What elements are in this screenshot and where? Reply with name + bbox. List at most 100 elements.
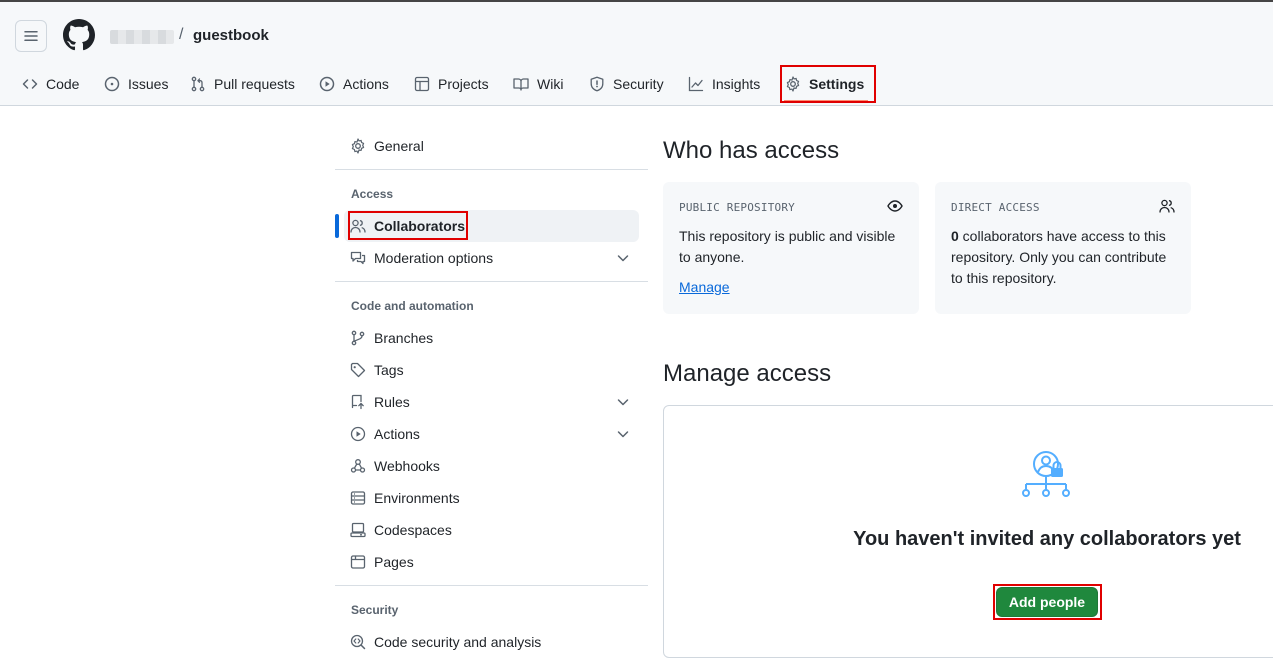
tab-issues[interactable]: Issues	[104, 66, 168, 102]
card-text-line: 0 collaborators have access to this	[951, 226, 1166, 247]
comment-discussion-icon	[350, 251, 366, 265]
sidebar-item-label: Webhooks	[374, 458, 440, 474]
sidebar-divider	[335, 585, 648, 586]
sidebar-item-label: Rules	[374, 394, 410, 410]
empty-state-title: You haven't invited any collaborators ye…	[853, 528, 1241, 550]
sidebar-item-label: Branches	[374, 330, 434, 346]
manage-visibility-link[interactable]: Manage	[679, 279, 730, 295]
owner-name-redacted[interactable]	[110, 30, 174, 44]
chevron-down-icon[interactable]	[615, 426, 631, 442]
play-icon	[350, 426, 366, 442]
graph-icon	[688, 76, 704, 92]
card-description: 0 collaborators have access to this repo…	[951, 226, 1166, 289]
tab-projects[interactable]: Projects	[414, 66, 489, 102]
sidebar-item-webhooks[interactable]: Webhooks	[344, 450, 639, 482]
gear-icon	[786, 76, 800, 92]
codespaces-icon	[350, 522, 366, 538]
sidebar-heading-code-automation: Code and automation	[351, 299, 474, 313]
git-branch-icon	[351, 330, 365, 346]
sidebar-item-label: Environments	[374, 490, 460, 506]
pull-request-icon	[191, 76, 205, 92]
code-icon	[22, 79, 38, 89]
breadcrumb-separator: /	[179, 26, 184, 43]
card-text-line: This repository is public and visible	[679, 228, 896, 244]
sidebar-item-rules[interactable]: Rules	[344, 386, 639, 418]
sidebar-item-environments[interactable]: Environments	[344, 482, 639, 514]
sidebar-item-collaborators[interactable]: Collaborators	[344, 210, 639, 242]
people-icon	[350, 219, 366, 233]
sidebar-item-label: Pages	[374, 554, 414, 570]
collaborator-count: 0	[951, 228, 959, 244]
tag-icon	[350, 362, 366, 378]
table-icon	[414, 76, 430, 92]
who-has-access-title: Who has access	[663, 137, 840, 164]
sidebar-item-actions[interactable]: Actions	[344, 418, 639, 450]
github-logo-icon[interactable]	[63, 19, 95, 51]
sidebar-item-tags[interactable]: Tags	[344, 354, 639, 386]
tab-pull-requests[interactable]: Pull requests	[190, 66, 295, 102]
tab-label: Insights	[712, 76, 761, 92]
sidebar-item-label: Actions	[374, 426, 420, 442]
tab-label: Security	[613, 76, 664, 92]
menu-button[interactable]	[15, 20, 47, 52]
tab-actions[interactable]: Actions	[319, 66, 389, 102]
sidebar-item-label: Code security and analysis	[374, 634, 542, 650]
card-text-line: repository. Only you can contribute	[951, 249, 1167, 265]
sidebar-item-branches[interactable]: Branches	[344, 322, 639, 354]
add-people-button[interactable]: Add people	[996, 587, 1098, 617]
sidebar-item-pages[interactable]: Pages	[344, 546, 639, 578]
sidebar-item-label: Moderation options	[374, 250, 494, 266]
sidebar-item-code-security[interactable]: Code security and analysis	[344, 626, 639, 658]
repo-nav-tabs: Code Issues Pull requests Actions Projec…	[0, 66, 1273, 102]
sidebar-item-label: Tags	[374, 362, 404, 378]
repo-push-icon	[351, 394, 364, 410]
tab-settings[interactable]: Settings	[785, 66, 864, 102]
tab-insights[interactable]: Insights	[688, 66, 760, 102]
book-icon	[513, 78, 529, 91]
tab-label: Projects	[438, 76, 489, 92]
collaborators-lock-illustration-icon	[1022, 451, 1070, 497]
sidebar-item-label: General	[374, 138, 424, 154]
tab-security[interactable]: Security	[589, 66, 664, 102]
server-icon	[350, 491, 366, 505]
tab-label: Wiki	[537, 76, 564, 92]
active-tab-underline	[784, 100, 868, 102]
card-description: This repository is public and visible to…	[679, 226, 895, 268]
tab-label: Code	[46, 76, 80, 92]
manage-access-title: Manage access	[663, 360, 832, 387]
play-icon	[319, 76, 335, 92]
card-label: PUBLIC REPOSITORY	[679, 201, 795, 214]
card-text-fragment: collaborators have access to this	[958, 228, 1166, 244]
tab-wiki[interactable]: Wiki	[513, 66, 563, 102]
hamburger-icon	[24, 31, 38, 41]
sidebar-divider	[335, 169, 648, 170]
public-repository-card: PUBLIC REPOSITORY This repository is pub…	[663, 182, 919, 314]
gear-icon	[351, 138, 365, 154]
sidebar-divider	[335, 281, 648, 282]
sidebar-item-moderation-options[interactable]: Moderation options	[344, 242, 639, 274]
issue-icon	[104, 76, 120, 92]
webhook-icon	[350, 459, 366, 473]
card-text-line: to this repository.	[951, 270, 1057, 286]
tab-label: Pull requests	[214, 76, 295, 92]
chevron-down-icon[interactable]	[615, 250, 631, 266]
codescan-icon	[350, 634, 366, 650]
sidebar-item-codespaces[interactable]: Codespaces	[344, 514, 639, 546]
tab-code[interactable]: Code	[22, 66, 79, 102]
direct-access-card: DIRECT ACCESS 0 collaborators have acces…	[935, 182, 1191, 314]
card-text-line: to anyone.	[679, 249, 745, 265]
shield-icon	[590, 76, 604, 92]
card-label: DIRECT ACCESS	[951, 201, 1040, 214]
tab-label: Settings	[809, 76, 865, 92]
repo-name-link[interactable]: guestbook	[193, 27, 269, 44]
tab-label: Actions	[343, 76, 389, 92]
sidebar-item-general[interactable]: General	[344, 130, 639, 162]
sidebar-heading-access: Access	[351, 187, 394, 201]
sidebar-heading-security: Security	[351, 603, 399, 617]
chevron-down-icon[interactable]	[615, 394, 631, 410]
sidebar-item-label: Codespaces	[374, 522, 452, 538]
tab-label: Issues	[128, 76, 169, 92]
repo-header: / guestbook Code Issues Pull requests Ac…	[0, 0, 1273, 106]
sidebar-item-label: Collaborators	[374, 218, 466, 234]
browser-icon	[350, 555, 366, 569]
